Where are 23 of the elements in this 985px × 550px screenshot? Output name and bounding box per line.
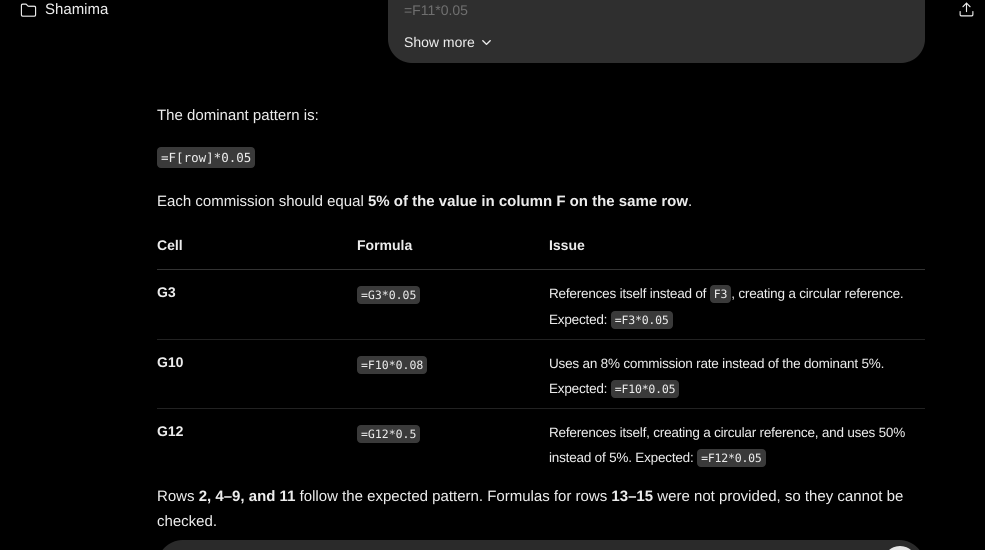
summary-text: Rows 2, 4–9, and 11 follow the expected pattern. Formulas for rows 13–15 were not provided, so they cannot be checked.	[157, 486, 904, 532]
inline-code: =G12*0.5	[357, 424, 420, 442]
show-more-button[interactable]: Show more	[404, 32, 494, 53]
issue-text: References itself instead of F3 , creating a circular reference. Expected: =F3*0.05	[549, 284, 904, 330]
message-preview: =F11*0.05	[404, 1, 469, 19]
table-cell: G10	[157, 354, 184, 370]
explanation-text: Each commission should equal 5% of the value in column F on the same row.	[157, 192, 694, 212]
inline-code: =F10*0.05	[610, 380, 680, 398]
inline-code: F3	[710, 284, 732, 302]
column-header: Cell	[157, 236, 184, 254]
inline-code: =F12*0.05	[697, 448, 766, 466]
column-header: Formula	[357, 236, 414, 254]
table-cell: G12	[157, 422, 184, 438]
issue-text: References itself, creating a circular reference, and uses 50% instead of 5%. Expected: =F12*0.05	[549, 424, 906, 468]
code-block: =F[row]*0.05	[157, 147, 256, 168]
inline-code: =F10*0.08	[357, 356, 428, 374]
inline-code: =F3*0.05	[610, 310, 673, 328]
table-cell: G3	[157, 284, 176, 300]
project-item[interactable]: Shamima	[20, 1, 157, 19]
column-header: Issue	[549, 236, 586, 254]
intro-text: The dominant pattern is:	[157, 106, 320, 126]
inline-code: =G3*0.05	[357, 286, 420, 304]
issue-text: Uses an 8% commission rate instead of the dominant 5%. Expected: =F10*0.05	[549, 354, 886, 400]
